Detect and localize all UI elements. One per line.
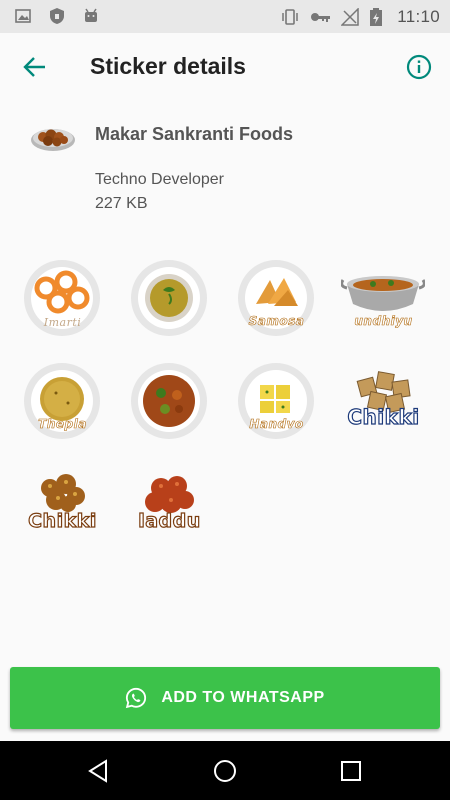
home-circle-icon[interactable] xyxy=(212,758,238,784)
android-icon xyxy=(85,8,97,22)
sticker-dal[interactable] xyxy=(117,252,222,355)
pack-tray-icon xyxy=(31,129,75,151)
shield-icon xyxy=(50,8,64,24)
image-icon xyxy=(15,9,31,23)
arrow-left-icon[interactable] xyxy=(20,52,50,82)
vibrate-icon xyxy=(282,9,298,25)
recents-square-icon[interactable] xyxy=(338,758,364,784)
sticker-laddu[interactable]: laddu xyxy=(117,458,222,561)
sticker-label: Chikki xyxy=(347,404,420,429)
sticker-undhiyu[interactable]: undhiyu xyxy=(331,252,436,355)
key-icon xyxy=(311,13,331,22)
navigation-bar xyxy=(0,741,450,800)
sticker-grid: Imarti Samosa undhiyu Thepla Handvo Chik… xyxy=(10,252,440,561)
sticker-thepla[interactable]: Thepla xyxy=(10,355,115,458)
sticker-label: Thepla xyxy=(38,417,87,432)
info-icon[interactable] xyxy=(404,52,434,82)
sticker-label: laddu xyxy=(138,509,201,532)
app-bar: Sticker details xyxy=(0,33,450,101)
pack-size: 227 KB xyxy=(95,195,148,212)
status-time: 11:10 xyxy=(397,7,440,26)
pack-publisher: Techno Developer xyxy=(95,171,224,188)
sticker-label: undhiyu xyxy=(354,314,413,329)
whatsapp-icon xyxy=(126,687,147,709)
sticker-chikki[interactable]: Chikki xyxy=(331,355,436,458)
battery-charging-icon xyxy=(370,8,383,26)
status-bar: 11:10 xyxy=(0,0,450,33)
page-title: Sticker details xyxy=(90,53,246,79)
sticker-chikki-2[interactable]: Chikki xyxy=(10,458,115,561)
sticker-label: Imarti xyxy=(43,316,82,329)
sticker-label: Samosa xyxy=(248,314,305,329)
sticker-imarti[interactable]: Imarti xyxy=(10,252,115,355)
sticker-samosa[interactable]: Samosa xyxy=(224,252,329,355)
back-triangle-icon[interactable] xyxy=(86,758,112,784)
sticker-handvo[interactable]: Handvo xyxy=(224,355,329,458)
sticker-mixed-plate[interactable] xyxy=(117,355,222,458)
add-to-whatsapp-button[interactable]: ADD TO WHATSAPP xyxy=(10,667,440,729)
pack-name: Makar Sankranti Foods xyxy=(95,124,294,144)
sticker-label: Chikki xyxy=(28,509,97,532)
sticker-label: Handvo xyxy=(249,417,304,432)
add-button-label: ADD TO WHATSAPP xyxy=(161,689,325,706)
signal-icon xyxy=(341,8,359,26)
